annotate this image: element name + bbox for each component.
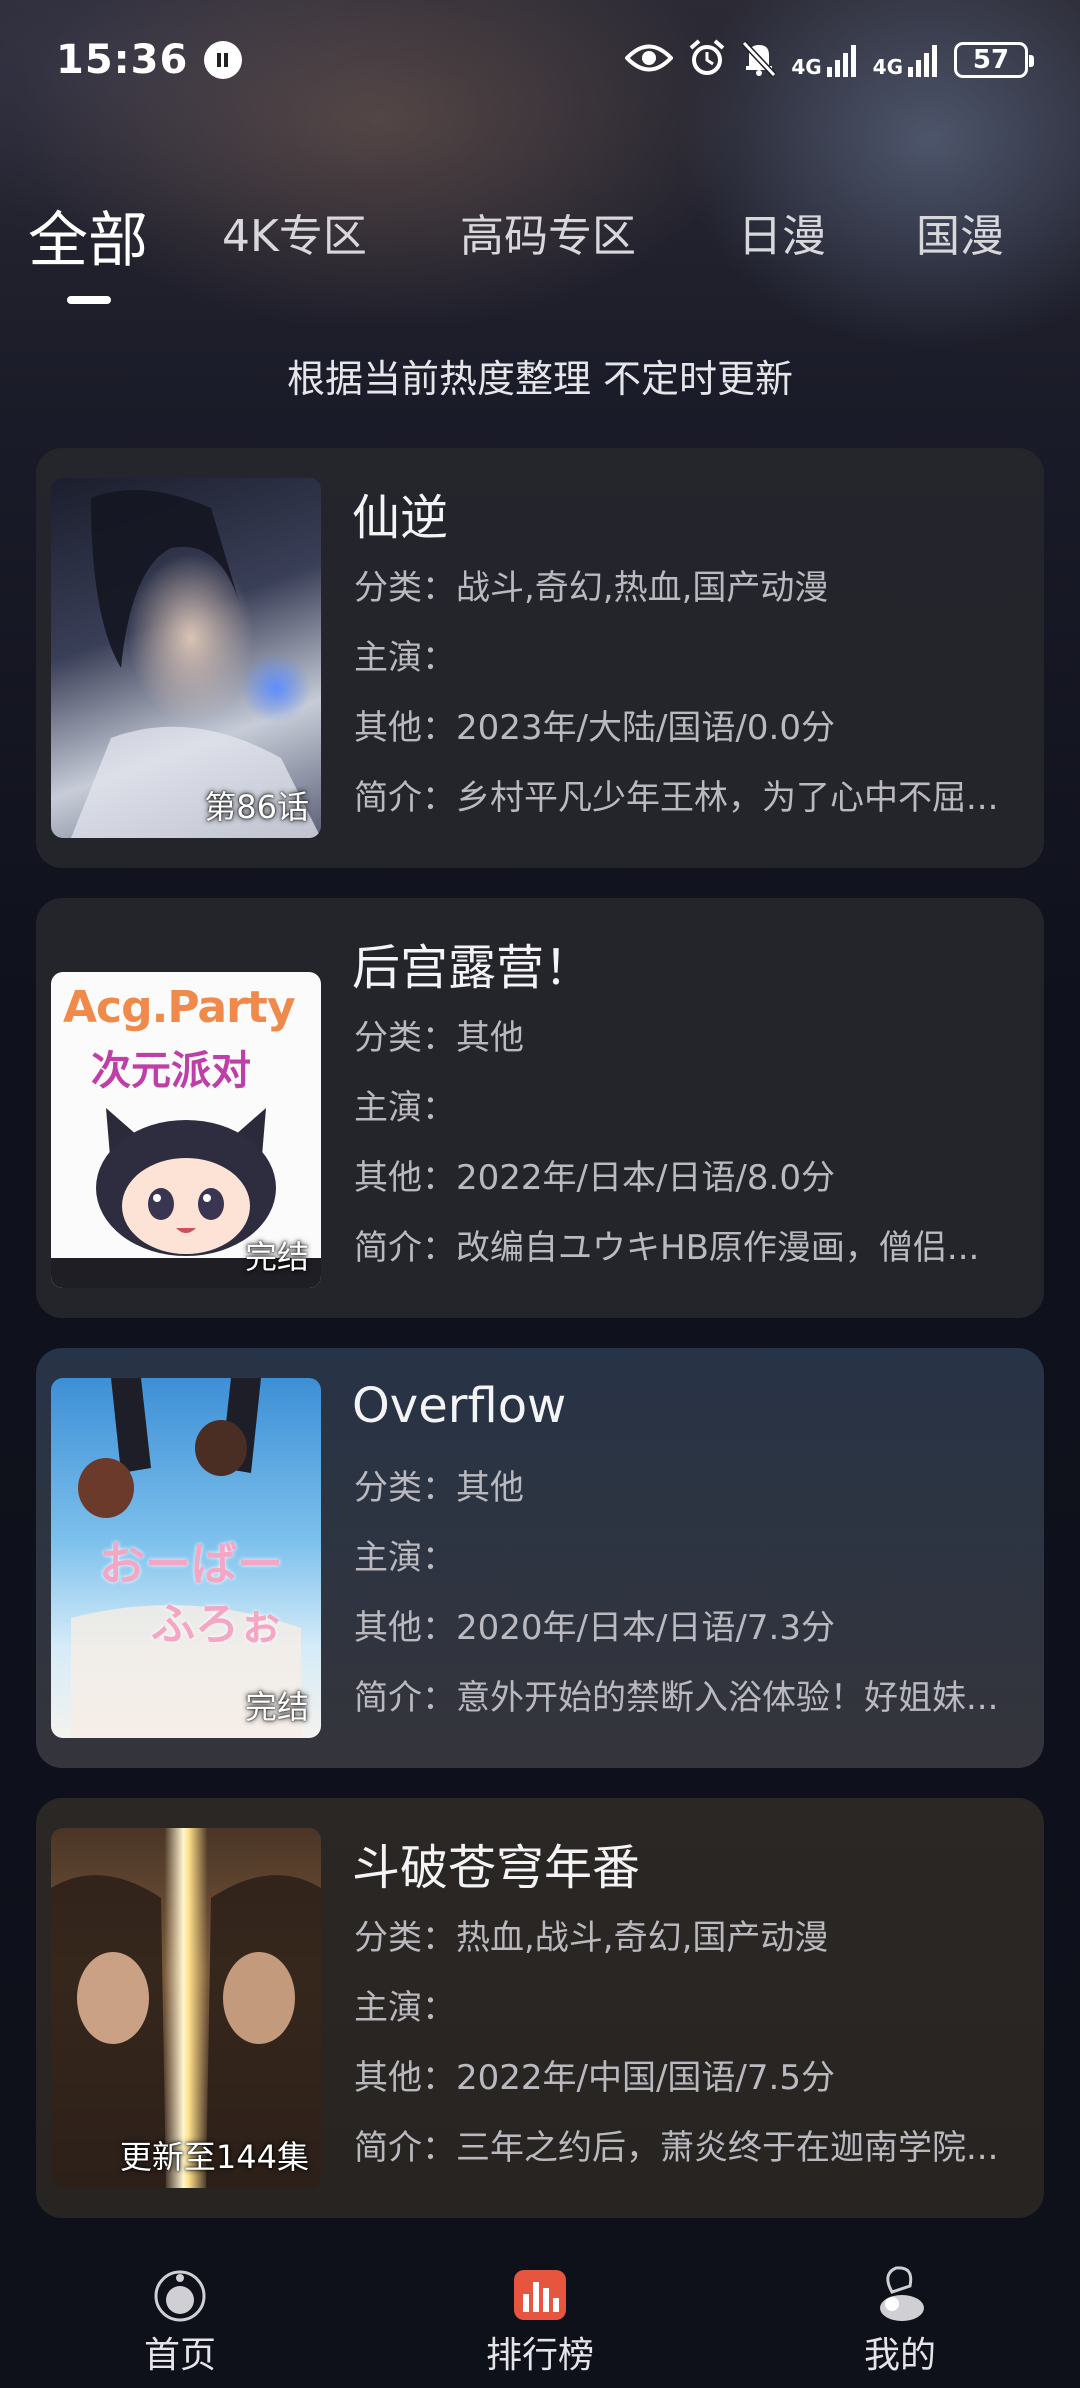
anime-card[interactable]: 更新至144集 斗破苍穹年番 分类：热血,战斗,奇幻,国产动漫 主演： 其他：2… bbox=[36, 1798, 1044, 2218]
nav-profile[interactable]: 我的 bbox=[800, 2240, 1000, 2378]
network-label-2: 4G bbox=[872, 55, 903, 79]
profile-icon bbox=[880, 2266, 924, 2321]
anime-intro: 简介：三年之约后，萧炎终于在迦南学院... bbox=[354, 2128, 999, 2168]
tab-high-bitrate[interactable]: 高码专区 bbox=[460, 200, 636, 264]
network-label-1: 4G bbox=[791, 55, 822, 79]
tab-all[interactable]: 全部 bbox=[28, 192, 148, 279]
anime-other-info: 其他：2022年/中国/国语/7.5分 bbox=[354, 2058, 835, 2098]
status-badge: 完结 bbox=[244, 1238, 309, 1276]
anime-cast: 主演： bbox=[354, 638, 456, 678]
mute-bell-icon bbox=[741, 38, 777, 82]
anime-other-info: 其他：2020年/日本/日语/7.3分 bbox=[354, 1608, 835, 1648]
bottom-navigation: 首页 排行榜 我的 bbox=[0, 2240, 1080, 2388]
anime-title: Overflow bbox=[352, 1378, 567, 1434]
anime-title: 斗破苍穹年番 bbox=[352, 1840, 641, 1896]
signal-2: 4G bbox=[873, 43, 940, 77]
eye-icon bbox=[624, 43, 675, 77]
anime-intro: 简介：乡村平凡少年王林，为了心中不屈... bbox=[354, 778, 999, 818]
nav-home-label: 首页 bbox=[143, 2335, 216, 2376]
anime-title: 后宫露营！ bbox=[352, 940, 593, 996]
home-icon bbox=[154, 2270, 206, 2322]
ranking-subtitle: 根据当前热度整理 不定时更新 bbox=[286, 357, 794, 401]
nav-home[interactable]: 首页 bbox=[80, 2240, 280, 2378]
anime-other-info: 其他：2022年/日本/日语/8.0分 bbox=[354, 1158, 835, 1198]
category-tabs: 全部 4K专区 高码专区 日漫 国漫 bbox=[0, 200, 1080, 310]
tab-4k[interactable]: 4K专区 bbox=[222, 200, 367, 264]
tab-indicator bbox=[67, 296, 111, 304]
anime-cast: 主演： bbox=[354, 1538, 456, 1578]
status-left: 15:36 bbox=[56, 37, 243, 83]
poster-title-line-1: おーばー bbox=[99, 1537, 283, 1591]
ranking-icon bbox=[514, 2270, 566, 2320]
battery-level: 57 bbox=[972, 45, 1010, 75]
signal-bars-icon bbox=[826, 45, 856, 77]
signal-1: 4G bbox=[791, 43, 858, 77]
anime-intro: 简介：意外开始的禁断入浴体验！好姐妹... bbox=[354, 1678, 999, 1718]
status-right: 4G 4G 57 bbox=[624, 38, 1034, 82]
tab-japanese-anime[interactable]: 日漫 bbox=[738, 200, 826, 264]
alarm-icon bbox=[687, 38, 727, 82]
status-bar: 15:36 4G 4G 57 bbox=[0, 0, 1080, 120]
poster-image: 第86话 bbox=[51, 478, 321, 838]
update-badge: 更新至144集 bbox=[119, 2138, 309, 2176]
anime-card[interactable]: Acg.Party 次元派对 完结 后宫露营！ 分类：其他 主演： 其他：202… bbox=[36, 898, 1044, 1318]
nav-ranking[interactable]: 排行榜 bbox=[440, 2240, 640, 2378]
poster-title-line-2: ふろぉ bbox=[151, 1599, 283, 1650]
status-badge: 完结 bbox=[244, 1688, 309, 1726]
anime-category: 分类：其他 bbox=[354, 1468, 524, 1508]
nav-profile-label: 我的 bbox=[863, 2335, 936, 2376]
anime-cast: 主演： bbox=[354, 1988, 456, 2028]
anime-other-info: 其他：2023年/大陆/国语/0.0分 bbox=[354, 708, 835, 748]
anime-intro: 简介：改编自ユウキHB原作漫画，僧侣... bbox=[354, 1228, 980, 1268]
nav-ranking-label: 排行榜 bbox=[485, 2335, 594, 2376]
poster-text-brand: Acg.Party bbox=[63, 982, 296, 1033]
signal-bars-icon bbox=[908, 45, 937, 77]
anime-card[interactable]: おーばー ふろぉ 完结 Overflow 分类：其他 主演： 其他：2020年/… bbox=[36, 1348, 1044, 1768]
anime-category: 分类：热血,战斗,奇幻,国产动漫 bbox=[354, 1918, 829, 1958]
anime-category: 分类：其他 bbox=[354, 1018, 524, 1058]
tab-chinese-anime[interactable]: 国漫 bbox=[916, 200, 1004, 264]
poster-image: おーばー ふろぉ 完结 bbox=[51, 1378, 321, 1738]
anime-category: 分类：战斗,奇幻,热血,国产动漫 bbox=[354, 568, 829, 608]
battery-icon: 57 bbox=[954, 42, 1034, 78]
episode-badge: 第86话 bbox=[204, 788, 309, 826]
app-notification-icon bbox=[204, 41, 243, 79]
poster-image: Acg.Party 次元派对 完结 bbox=[51, 972, 321, 1288]
poster-image: 更新至144集 bbox=[51, 1828, 321, 2188]
anime-cast: 主演： bbox=[354, 1088, 456, 1128]
anime-title: 仙逆 bbox=[352, 490, 449, 546]
anime-card[interactable]: 第86话 仙逆 分类：战斗,奇幻,热血,国产动漫 主演： 其他：2023年/大陆… bbox=[36, 448, 1044, 868]
clock: 15:36 bbox=[56, 37, 189, 83]
